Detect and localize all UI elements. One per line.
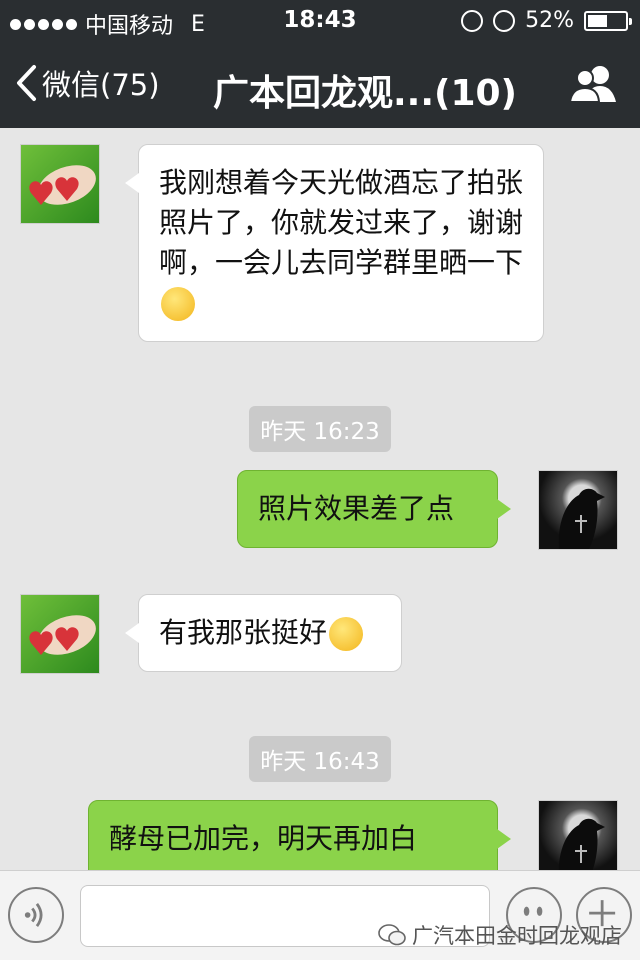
message-text: 我刚想着今天光做酒忘了拍张照片了，你就发过来了，谢谢啊，一会儿去同学群里晒一下 <box>159 166 524 279</box>
message-text: 有我那张挺好 <box>159 616 328 649</box>
grin-emoji-icon <box>329 617 364 651</box>
chevron-left-icon <box>17 65 36 101</box>
avatar-self[interactable] <box>538 470 618 550</box>
timestamp: 昨天 16:23 <box>0 406 640 452</box>
message-text: 酵母已加完，明天再加白 <box>109 822 418 855</box>
navigation-bar: 微信(75) 广本回龙观...(10) <box>0 40 640 128</box>
message-bubble-incoming[interactable]: 有我那张挺好 <box>125 594 402 672</box>
voice-icon <box>24 903 43 927</box>
smirk-emoji-icon <box>161 287 195 321</box>
alarm-icon <box>493 9 516 32</box>
message-text: 照片效果差了点 <box>258 492 455 525</box>
status-bar: 中国移动 E 18:43 52% <box>0 0 640 40</box>
group-members-button[interactable] <box>568 64 618 104</box>
avatar-self[interactable] <box>538 800 618 870</box>
rotation-lock-icon <box>461 9 484 32</box>
avatar[interactable] <box>20 144 100 224</box>
timestamp-label: 昨天 16:43 <box>249 736 391 782</box>
battery-percent: 52% <box>525 8 574 33</box>
message-bubble-incoming[interactable]: 我刚想着今天光做酒忘了拍张照片了，你就发过来了，谢谢啊，一会儿去同学群里晒一下 <box>125 144 544 342</box>
avatar[interactable] <box>20 594 100 674</box>
crow-avatar-icon <box>558 488 605 549</box>
battery-icon <box>584 10 632 31</box>
chat-title: 广本回龙观...(10) <box>212 73 518 114</box>
back-button[interactable]: 微信(75) <box>14 62 160 104</box>
watermark-text: 广汽本田金时回龙观店 <box>412 924 622 948</box>
status-right: 52% <box>461 8 632 33</box>
heart-hands-avatar-icon <box>29 165 96 205</box>
heart-hands-avatar-icon <box>29 615 96 655</box>
voice-input-button[interactable] <box>8 887 64 943</box>
watermark: 广汽本田金时回龙观店 <box>378 920 622 950</box>
timestamp-label: 昨天 16:23 <box>249 406 391 452</box>
group-icon <box>568 66 616 103</box>
wechat-logo-icon <box>378 924 406 946</box>
message-list[interactable]: 我刚想着今天光做酒忘了拍张照片了，你就发过来了，谢谢啊，一会儿去同学群里晒一下 … <box>0 128 640 870</box>
timestamp: 昨天 16:43 <box>0 736 640 782</box>
crow-avatar-icon <box>558 818 605 870</box>
battery-fill <box>588 14 607 27</box>
message-bubble-outgoing[interactable]: 酵母已加完，明天再加白 <box>88 800 511 870</box>
back-label: 微信(75) <box>42 68 160 102</box>
message-bubble-outgoing[interactable]: 照片效果差了点 <box>237 470 511 548</box>
